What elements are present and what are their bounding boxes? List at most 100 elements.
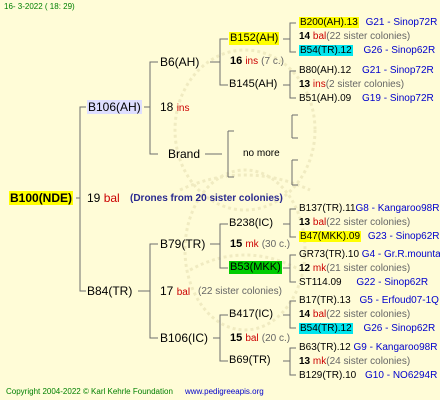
gen5-num: 13: [299, 356, 311, 367]
gen5-row: B80(AH).12 G21 - Sinop72R: [299, 65, 434, 77]
gen5-queen[interactable]: B129(TR).10: [299, 370, 356, 381]
gen5-row: 14 bal(22 sister colonies): [299, 309, 410, 321]
gen5-row: B129(TR).10 G10 - NO6294R: [299, 370, 437, 382]
gen3-note: (30 c.): [261, 239, 291, 250]
gen3-info: 15 bal (20 c.): [230, 332, 290, 345]
gen5-note: (24 sister colonies): [326, 356, 411, 367]
gen3-queen[interactable]: B79(TR): [160, 237, 205, 251]
root-race: bal: [103, 191, 120, 205]
gen3-race: ins: [245, 56, 259, 67]
gen3-info: 16 ins (7 c.): [230, 55, 284, 68]
sire-num: 18 ins: [160, 100, 190, 115]
gen5-queen[interactable]: B54(TR).12: [299, 323, 353, 334]
root-queen-num: 19 bal: [87, 191, 120, 205]
gen4-queen[interactable]: B53(MKK): [229, 261, 282, 274]
gen4-queen[interactable]: B145(AH): [229, 78, 277, 91]
gen5-ref: G21 - Sinop72R: [362, 65, 434, 76]
gen5-row: 13 mk(24 sister colonies): [299, 356, 410, 368]
gen5-row: B137(TR).11G8 - Kangaroo98R: [299, 203, 439, 215]
gen5-ref: G23 - Sinop62R: [367, 231, 440, 242]
gen5-queen[interactable]: B80(AH).12: [299, 65, 351, 76]
gen5-row: B54(TR).12 G26 - Sinop62R: [299, 45, 435, 57]
dam-num: 17 bal: [160, 284, 190, 299]
gen3-note: (20 c.): [261, 333, 291, 344]
gen5-ref: G5 - Erfoud07-1Q: [359, 295, 439, 306]
gen5-row: 14 bal(22 sister colonies): [299, 31, 410, 43]
gen5-queen[interactable]: B51(AH).09: [299, 93, 351, 104]
gen4-queen[interactable]: B69(TR): [229, 354, 271, 367]
gen5-row: ST114.09 G22 - Sinop62R: [299, 277, 428, 289]
gen5-race: ins: [312, 79, 326, 90]
gen5-ref: G26 - Sinop62R: [363, 323, 436, 334]
gen5-race: mk: [312, 263, 327, 274]
root-num: 19: [87, 191, 101, 205]
gen3-info: 15 mk (30 c.): [230, 238, 290, 251]
gen5-num: 12: [299, 263, 311, 274]
gen5-queen[interactable]: B200(AH).13: [299, 17, 359, 28]
gen5-row: B51(AH).09 G19 - Sinop72R: [299, 93, 434, 105]
gen3-num: 16: [230, 55, 243, 67]
gen3-queen[interactable]: B106(IC): [160, 331, 208, 345]
gen5-note: (21 sister colonies): [326, 263, 411, 274]
sire-number: 18: [160, 100, 174, 114]
gen5-race: bal: [312, 31, 327, 42]
gen5-row: GR73(TR).10 G4 - Gr.R.mounta: [299, 249, 440, 261]
gen3-note: no more: [243, 148, 280, 159]
gen5-ref: G9 - Kangaroo98R: [353, 342, 438, 353]
gen5-race: mk: [312, 356, 327, 367]
sire-id[interactable]: B106(AH): [87, 100, 142, 114]
gen5-row: B200(AH).13 G21 - Sinop72R: [299, 17, 437, 29]
gen5-ref: G26 - Sinop62R: [363, 45, 436, 56]
footer-link[interactable]: www.pedigreeapis.org: [185, 387, 264, 397]
gen5-ref: G21 - Sinop72R: [365, 17, 438, 28]
gen5-queen[interactable]: ST114.09: [299, 277, 342, 288]
root-drone-note: (Drones from 20 sister colonies): [130, 193, 283, 204]
gen3-race: mk: [245, 239, 259, 250]
dam-id[interactable]: B84(TR): [87, 284, 132, 298]
gen5-row: B54(TR).12 G26 - Sinop62R: [299, 323, 435, 335]
footer-copyright: Copyright 2004-2022 © Karl Kehrle Founda…: [6, 387, 173, 396]
gen5-num: 14: [299, 309, 311, 320]
gen5-row: B63(TR).12 G9 - Kangaroo98R: [299, 342, 437, 354]
gen4-queen[interactable]: B417(IC): [229, 308, 273, 321]
gen5-row: 13 bal(22 sister colonies): [299, 217, 410, 229]
gen5-ref: G19 - Sinop72R: [362, 93, 434, 104]
gen5-note: (22 sister colonies): [326, 31, 411, 42]
print-date: 16- 3-2022 ( 18: 29): [4, 2, 75, 11]
gen5-queen[interactable]: B63(TR).12: [299, 342, 351, 353]
sire-race: ins: [176, 103, 190, 114]
gen5-row: B17(TR).13 G5 - Erfoud07-1Q: [299, 295, 439, 307]
gen5-queen[interactable]: B47(MKK).09: [299, 231, 362, 242]
gen5-race: bal: [312, 217, 327, 228]
gen5-queen[interactable]: B17(TR).13: [299, 295, 351, 306]
gen5-queen[interactable]: B54(TR).12: [299, 45, 353, 56]
gen5-row: 12 mk(21 sister colonies): [299, 263, 410, 275]
gen5-note: (22 sister colonies): [326, 309, 411, 320]
gen5-num: 13: [299, 217, 311, 228]
dam-number: 17: [160, 284, 174, 298]
gen3-num: 15: [230, 238, 243, 250]
gen5-row: B47(MKK).09 G23 - Sinop62R: [299, 231, 440, 243]
gen5-note: (22 sister colonies): [326, 217, 411, 228]
gen5-ref: G4 - Gr.R.mounta: [361, 249, 440, 260]
gen5-queen[interactable]: GR73(TR).10: [299, 249, 359, 260]
pedigree-chart: 16- 3-2022 ( 18: 29) B100(NDE) 19 bal (D…: [0, 0, 440, 400]
gen5-row: 13 ins(2 sister colonies): [299, 79, 404, 91]
gen5-ref: G22 - Sinop62R: [356, 277, 429, 288]
dam-note: (22 sister colonies): [198, 286, 282, 297]
gen5-note: (2 sister colonies): [325, 79, 405, 90]
gen3-note: (7 c.): [261, 56, 284, 67]
gen4-queen[interactable]: B152(AH): [229, 32, 280, 45]
dam-race: bal: [176, 287, 191, 298]
root-queen-id[interactable]: B100(NDE): [9, 191, 74, 205]
gen3-race: bal: [245, 333, 259, 344]
gen5-queen[interactable]: B137(TR).11: [299, 203, 356, 214]
gen5-race: bal: [312, 309, 327, 320]
gen4-queen[interactable]: B238(IC): [229, 217, 273, 230]
gen5-num: 13: [299, 79, 311, 90]
gen3-queen[interactable]: Brand: [168, 147, 200, 161]
gen5-ref: G10 - NO6294R: [365, 370, 438, 381]
gen3-num: 15: [230, 332, 243, 344]
gen3-queen[interactable]: B6(AH): [160, 55, 199, 69]
gen5-num: 14: [299, 31, 311, 42]
